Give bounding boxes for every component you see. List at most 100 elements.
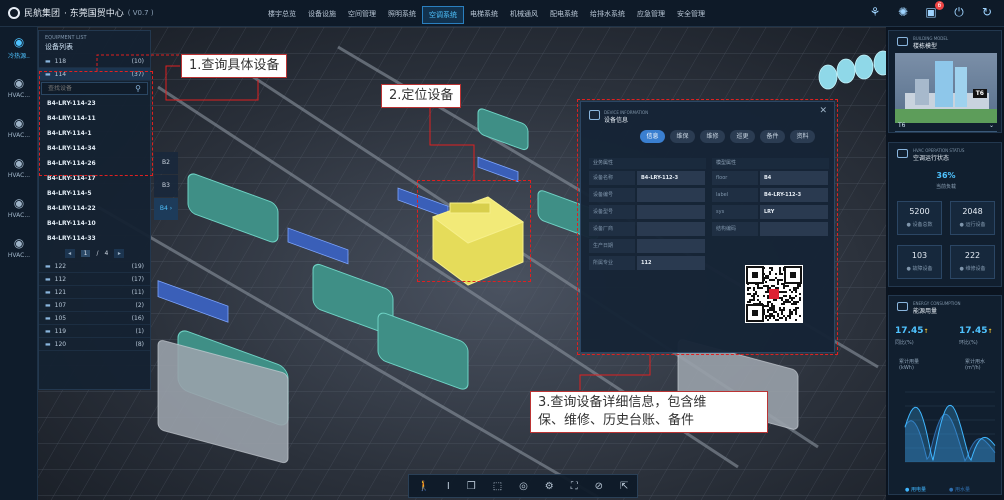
dialog-tab[interactable]: 巡更 bbox=[730, 130, 755, 143]
device-item[interactable]: B4-LRY-114-17 bbox=[39, 171, 150, 186]
dialog-tab[interactable]: 备件 bbox=[760, 130, 785, 143]
box-icon[interactable]: ⬚ bbox=[493, 481, 502, 492]
close-icon[interactable]: ✕ bbox=[819, 106, 827, 116]
wind-icon[interactable]: ⚘ bbox=[868, 5, 882, 19]
group-item[interactable]: ▬ 112 (17) bbox=[39, 273, 150, 286]
field-row: sys LRY bbox=[712, 205, 829, 219]
nav-item[interactable]: 应急管理 bbox=[631, 6, 671, 24]
gear-icon[interactable]: ⚙ bbox=[545, 481, 554, 492]
nav-item[interactable]: 空间管理 bbox=[342, 6, 382, 24]
next-page-button[interactable]: ▸ bbox=[114, 248, 125, 258]
field-key: 设备名称 bbox=[589, 171, 635, 185]
version-label: ( V0.7 ) bbox=[127, 8, 154, 17]
gauge-icon: ◉ bbox=[13, 34, 25, 49]
nav-item[interactable]: 设备设施 bbox=[302, 6, 342, 24]
current-page[interactable]: 1 bbox=[80, 249, 91, 257]
group-item[interactable]: ▬ 118 (10) bbox=[39, 55, 150, 68]
notification-badge: 6 bbox=[935, 1, 944, 10]
dialog-tab[interactable]: 维修 bbox=[700, 130, 725, 143]
energy-title-cn: 能源用量 bbox=[913, 308, 938, 315]
floor-button[interactable]: B3 bbox=[154, 175, 178, 197]
rail-item-label: 冷热源.. bbox=[8, 52, 30, 60]
floor-button[interactable]: B4 › bbox=[154, 198, 178, 220]
bell-icon[interactable]: ▣ 6 bbox=[924, 1, 944, 19]
rail-item[interactable]: ◉ HVAC... bbox=[0, 147, 38, 187]
stat-card: 103 ● 故障设备 bbox=[897, 245, 942, 279]
cube-icon[interactable]: ❒ bbox=[467, 481, 476, 492]
model-section-title: 模型属性 bbox=[712, 158, 829, 169]
device-item[interactable]: B4-LRY-114-33 bbox=[39, 231, 150, 246]
building-select[interactable]: T6 ⌄ bbox=[895, 122, 997, 132]
search-icon[interactable]: ⚲ bbox=[135, 84, 141, 93]
rail-item-label: HVAC... bbox=[7, 91, 31, 99]
group-item[interactable]: ▬ 107 (2) bbox=[39, 299, 150, 312]
nav-item[interactable]: 给排水系统 bbox=[584, 6, 631, 24]
nav-item[interactable]: 电梯系统 bbox=[464, 6, 504, 24]
prev-page-button[interactable]: ◂ bbox=[64, 248, 75, 258]
floor-button[interactable]: B2 bbox=[154, 152, 178, 174]
group-item[interactable]: ▬ 120 (8) bbox=[39, 338, 150, 351]
gauge-icon: ◉ bbox=[13, 155, 25, 170]
device-item[interactable]: B4-LRY-114-22 bbox=[39, 201, 150, 216]
device-list: B4-LRY-114-23 B4-LRY-114-11 B4-LRY-114-1 B4… bbox=[39, 96, 150, 246]
group-item-open[interactable]: ▬ 114 (37) bbox=[39, 68, 150, 81]
rail-item[interactable]: ◉ 冷热源.. bbox=[0, 27, 38, 67]
compass-icon[interactable]: ◎ bbox=[519, 481, 528, 492]
device-item[interactable]: B4-LRY-114-26 bbox=[39, 156, 150, 171]
floor-selector: B2 B3 B4 › bbox=[154, 152, 178, 221]
pager: ◂ 1 / 4 ▸ bbox=[39, 246, 150, 260]
logout-icon[interactable]: ↻ bbox=[980, 5, 994, 19]
power-icon[interactable]: ⏻ bbox=[952, 5, 966, 19]
export-icon[interactable]: ⇱ bbox=[620, 481, 628, 492]
device-item[interactable]: B4-LRY-114-5 bbox=[39, 186, 150, 201]
nav-item[interactable]: 空调系统 bbox=[422, 6, 464, 24]
field-key: 所属专业 bbox=[589, 256, 635, 270]
device-info-dialog: DEVICE INFORMATION 设备信息 ✕ 信息 维保 维修 巡更 备件 资料 业… bbox=[580, 101, 835, 353]
field-row: label B4-LRY-112-3 bbox=[712, 188, 829, 202]
energy-icon bbox=[897, 302, 908, 311]
group-item[interactable]: ▬ 105 (16) bbox=[39, 312, 150, 325]
chevron-down-icon: ⌄ bbox=[988, 122, 994, 129]
rail-item[interactable]: ◉ HVAC... bbox=[0, 67, 38, 107]
device-item[interactable]: B4-LRY-114-23 bbox=[39, 96, 150, 111]
field-key: sys bbox=[712, 205, 758, 219]
walk-icon[interactable]: 🚶 bbox=[417, 481, 429, 492]
stat-value: 2048 bbox=[962, 207, 983, 216]
rail-item[interactable]: ◉ HVAC... bbox=[0, 107, 38, 147]
field-key: floor bbox=[712, 171, 758, 185]
rail-item-label: HVAC... bbox=[7, 211, 31, 219]
nav-item[interactable]: 安全管理 bbox=[671, 6, 711, 24]
dialog-tab[interactable]: 维保 bbox=[670, 130, 695, 143]
page-separator: / bbox=[96, 249, 99, 257]
group-item[interactable]: ▬ 122 (19) bbox=[39, 260, 150, 273]
dialog-tab[interactable]: 信息 bbox=[640, 130, 665, 143]
frame-icon[interactable]: ⛶ bbox=[571, 481, 578, 492]
nav-item[interactable]: 照明系统 bbox=[382, 6, 422, 24]
sun-icon[interactable]: ✺ bbox=[896, 5, 910, 19]
building-thumbnail[interactable] bbox=[895, 53, 997, 123]
device-item[interactable]: B4-LRY-114-11 bbox=[39, 111, 150, 126]
field-value: 112 bbox=[637, 256, 705, 270]
device-item[interactable]: B4-LRY-114-1 bbox=[39, 126, 150, 141]
device-item[interactable]: B4-LRY-114-34 bbox=[39, 141, 150, 156]
stat-label: ● 故障设备 bbox=[906, 266, 933, 272]
total-pages: 4 bbox=[104, 249, 109, 257]
nav-item[interactable]: 楼宇总览 bbox=[262, 6, 302, 24]
building-graphic bbox=[895, 61, 997, 123]
group-list: ▬ 122 (19) ▬ 112 (17) ▬ 121 (11) ▬ 107 (2) ▬ 105 (16) ▬… bbox=[39, 260, 150, 351]
nav-item[interactable]: 机械通风 bbox=[504, 6, 544, 24]
rail-item[interactable]: ◉ HVAC... bbox=[0, 227, 38, 267]
model-icon bbox=[897, 37, 908, 46]
nav-item[interactable]: 配电系统 bbox=[544, 6, 584, 24]
group-item[interactable]: ▬ 121 (11) bbox=[39, 286, 150, 299]
text-icon[interactable]: I bbox=[447, 481, 450, 492]
group-item[interactable]: ▬ 119 (1) bbox=[39, 325, 150, 338]
field-key: 设备编号 bbox=[589, 188, 635, 202]
brand-mark-icon bbox=[8, 6, 20, 19]
dialog-tab[interactable]: 资料 bbox=[790, 130, 815, 143]
device-item[interactable]: B4-LRY-114-10 bbox=[39, 216, 150, 231]
rail-item-label: HVAC... bbox=[7, 131, 31, 139]
rail-item[interactable]: ◉ HVAC... bbox=[0, 187, 38, 227]
device-search-input[interactable] bbox=[48, 85, 128, 92]
measure-icon[interactable]: ⊘ bbox=[595, 481, 603, 492]
